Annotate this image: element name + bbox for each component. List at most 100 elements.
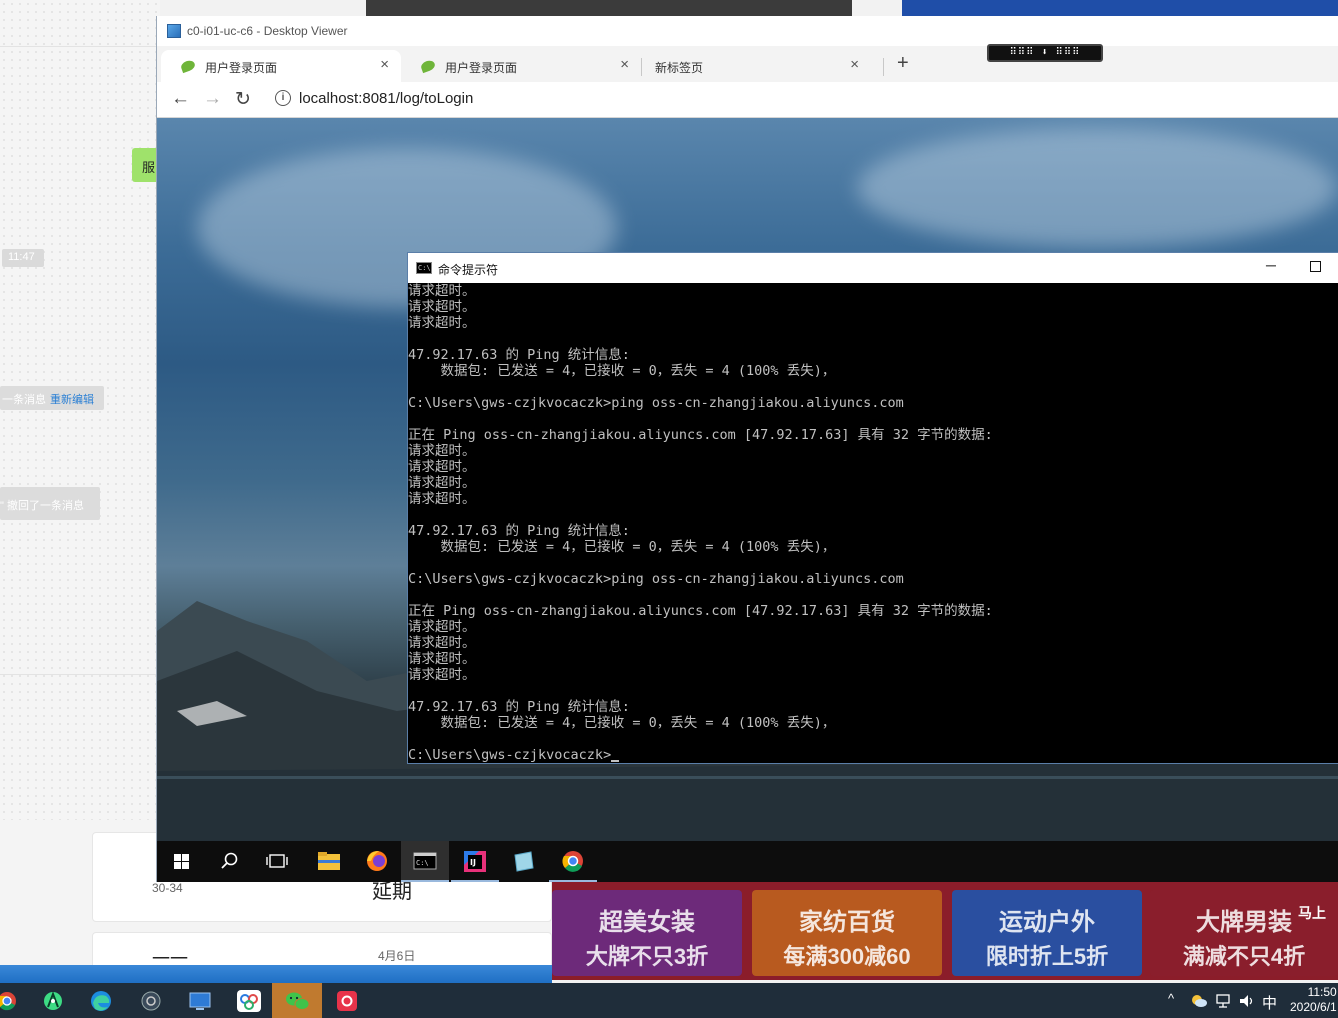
host-baidu-netdisk-button[interactable]	[224, 983, 274, 1018]
back-button[interactable]: ←	[171, 88, 190, 110]
host-edge-button[interactable]	[76, 983, 126, 1018]
promo-banner[interactable]: 家纺百货每满300减60	[752, 890, 942, 976]
recall-notice: 一条消息 重新编辑	[0, 386, 104, 410]
tab-separator	[883, 58, 884, 76]
cmd-line: 数据包: 已发送 = 4，已接收 = 0，丢失 = 4 (100% 丢失)，	[408, 715, 836, 731]
windows-start-icon	[174, 854, 189, 869]
cmd-titlebar[interactable]: C:\ 命令提示符 ─	[408, 253, 1338, 283]
remote-taskbar: C:\ IJ	[157, 841, 1338, 882]
new-tab-button[interactable]: +	[897, 52, 909, 75]
cmd-line	[408, 587, 1338, 603]
intellij-button[interactable]: IJ	[451, 841, 499, 882]
intellij-icon: IJ	[464, 851, 486, 872]
cmd-line: 请求超时。	[408, 443, 476, 459]
re-edit-link[interactable]: 重新编辑	[50, 394, 94, 406]
settings-icon	[141, 991, 161, 1011]
host-desktop-button[interactable]	[174, 983, 224, 1018]
tab-login-2[interactable]: 用户登录页面 ×	[401, 50, 641, 82]
volume-icon[interactable]	[1238, 993, 1256, 1018]
desktop-viewer-window[interactable]: c0-i01-uc-c6 - Desktop Viewer 用户登录页面 × 用…	[156, 16, 1338, 882]
chrome-icon	[0, 992, 16, 1011]
desktop-viewer-titlebar[interactable]: c0-i01-uc-c6 - Desktop Viewer	[157, 16, 1338, 46]
clock-time: 11:50	[1307, 985, 1337, 999]
window-title: c0-i01-uc-c6 - Desktop Viewer	[187, 24, 348, 38]
promo-subtitle: 满减不只4折	[1182, 944, 1306, 969]
cmd-line: 请求超时。	[408, 619, 476, 635]
host-chrome-button[interactable]	[0, 983, 30, 1018]
close-icon[interactable]: ×	[620, 56, 629, 73]
cmd-line	[408, 555, 1338, 571]
weather-icon[interactable]	[1190, 992, 1208, 1018]
chat-time: 11:47	[2, 249, 44, 267]
viewer-toolbar-handle[interactable]: ⠿⠿⠿ ⬇ ⠿⠿⠿	[987, 44, 1103, 62]
recall-notice-2: " 撤回了一条消息	[0, 487, 100, 520]
start-button[interactable]	[157, 841, 205, 882]
promo-title: 家纺百货	[799, 909, 895, 936]
background-chat-app: 服 11:47 一条消息 重新编辑 " 撤回了一条消息	[0, 0, 172, 820]
desktop-viewer-icon	[167, 24, 181, 38]
close-icon[interactable]: ×	[850, 56, 859, 73]
promo-subtitle: 每满300减60	[783, 944, 911, 969]
tab-new-tab[interactable]: 新标签页 ×	[631, 50, 871, 82]
desktop-icon	[189, 992, 211, 1010]
ime-indicator[interactable]: 中	[1262, 992, 1277, 1018]
promo-banner[interactable]: 超美女装 大牌不只3折	[552, 890, 742, 976]
chrome-icon	[562, 851, 583, 872]
cmd-line	[408, 731, 1338, 747]
minimize-button[interactable]: ─	[1266, 257, 1276, 273]
shop-range: 30-34	[152, 881, 183, 895]
notes-button[interactable]	[499, 841, 547, 882]
tab-label: 用户登录页面	[205, 61, 278, 75]
cmd-taskbar-button[interactable]: C:\	[401, 841, 449, 882]
login-page: 登录 C:\ 命令提示符 ─ 请求超时。请求超时。请求超时。 47.92.17.…	[157, 118, 1338, 841]
host-screen-record-button[interactable]	[322, 983, 372, 1018]
maximize-button[interactable]	[1310, 261, 1321, 272]
file-explorer-button[interactable]	[305, 841, 353, 882]
cmd-line: 请求超时。	[408, 667, 476, 683]
screen-record-icon	[337, 991, 357, 1011]
url-input[interactable]: localhost:8081/log/toLogin	[299, 90, 473, 107]
cmd-line: 请求超时。	[408, 635, 476, 651]
tray-overflow-icon[interactable]: ^	[1168, 991, 1174, 1018]
network-icon[interactable]	[1214, 993, 1232, 1018]
promo-subtitle: 大牌不只3折	[585, 944, 709, 969]
task-view-button[interactable]	[253, 841, 301, 882]
reload-button[interactable]: ↻	[235, 88, 251, 111]
android-studio-icon	[44, 991, 62, 1010]
task-view-icon	[266, 854, 288, 868]
edge-icon	[91, 991, 111, 1011]
promo-subtitle: 限时折上5折	[985, 944, 1109, 969]
cmd-line	[408, 411, 1338, 427]
tab-login-1[interactable]: 用户登录页面 ×	[161, 50, 401, 82]
cmd-line: 请求超时。	[408, 315, 476, 331]
cmd-line: 请求超时。	[408, 651, 476, 667]
cmd-line: 数据包: 已发送 = 4，已接收 = 0，丢失 = 4 (100% 丢失)，	[408, 539, 836, 555]
spring-leaf-icon	[179, 58, 197, 74]
recall-text: 一条消息	[2, 394, 46, 406]
text-cursor	[611, 760, 620, 762]
cloud-decoration	[857, 128, 1337, 248]
cmd-line: 请求超时。	[408, 283, 476, 299]
cmd-output[interactable]: 请求超时。 请求超时。 请求超时。 47.92.17.63 的 Ping 统计信息:…	[408, 283, 1338, 763]
host-wechat-button[interactable]	[272, 983, 322, 1018]
browser-address-bar: ← → ↻ i localhost:8081/log/toLogin	[157, 82, 1338, 118]
firefox-button[interactable]	[353, 841, 401, 882]
clock[interactable]: 11:50 2020/6/1	[1290, 985, 1337, 1015]
promo-banner[interactable]: 运动户外 限时折上5折	[952, 890, 1142, 976]
close-icon[interactable]: ×	[380, 56, 389, 73]
chrome-button[interactable]	[549, 841, 597, 882]
search-button[interactable]	[205, 841, 253, 882]
info-icon[interactable]: i	[275, 90, 291, 106]
forward-button[interactable]: →	[203, 88, 222, 110]
cmd-line: 47.92.17.63 的 Ping 统计信息:	[408, 699, 630, 715]
host-taskbar: ^ 中 11:50 2020/6/1	[0, 983, 1338, 1018]
background-window-bar	[366, 0, 852, 16]
cmd-line: 请求超时。	[408, 475, 476, 491]
cmd-window[interactable]: C:\ 命令提示符 ─ 请求超时。 请求超时。 请求超时。 47.92.17.63 …	[407, 252, 1338, 764]
cmd-line: 47.92.17.63 的 Ping 统计信息:	[408, 347, 630, 363]
host-android-studio-button[interactable]	[28, 983, 78, 1018]
browser-tabbar: 用户登录页面 × 用户登录页面 × 新标签页 ×	[157, 46, 1338, 82]
cmd-line	[408, 379, 1338, 395]
search-icon	[221, 852, 238, 869]
host-settings-button[interactable]	[126, 983, 176, 1018]
